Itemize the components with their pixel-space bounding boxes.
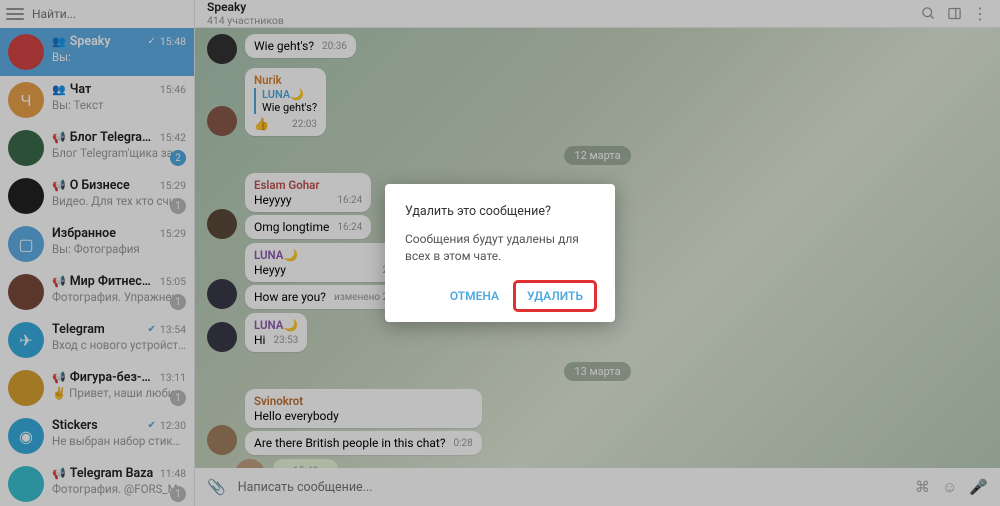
delete-button[interactable]: УДАЛИТЬ xyxy=(515,282,595,310)
delete-dialog: Удалить это сообщение? Сообщения будут у… xyxy=(385,184,615,323)
cancel-button[interactable]: ОТМЕНА xyxy=(438,282,511,310)
dialog-overlay[interactable]: Удалить это сообщение? Сообщения будут у… xyxy=(0,0,1000,506)
dialog-title: Удалить это сообщение? xyxy=(405,204,595,219)
dialog-body: Сообщения будут удалены для всех в этом … xyxy=(405,231,595,265)
